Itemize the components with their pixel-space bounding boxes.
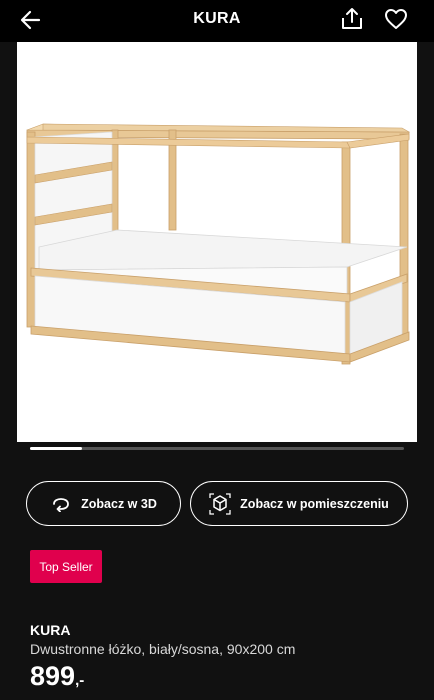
carousel-progress-fill — [30, 447, 83, 450]
product-image[interactable] — [17, 42, 417, 442]
price-value: 899 — [30, 661, 76, 691]
rotate-3d-icon — [53, 497, 70, 512]
page-title: KURA — [193, 10, 241, 27]
view-3d-button[interactable]: Zobacz w 3D — [26, 481, 181, 526]
top-bar: KURA — [0, 0, 434, 42]
view-in-room-label: Zobacz w pomieszczeniu — [240, 496, 389, 511]
carousel-progress — [30, 447, 404, 450]
top-seller-badge: Top Seller — [30, 550, 102, 583]
view-3d-label: Zobacz w 3D — [81, 496, 157, 511]
bed-illustration — [26, 123, 411, 365]
product-name: KURA — [30, 622, 71, 638]
product-price: 899,- — [30, 661, 84, 692]
view-in-room-button[interactable]: Zobacz w pomieszczeniu — [190, 481, 408, 526]
price-suffix: ,- — [75, 672, 85, 689]
product-description: Dwustronne łóżko, biały/sosna, 90x200 cm — [30, 641, 296, 657]
ar-cube-icon — [209, 492, 231, 515]
heart-icon[interactable] — [383, 6, 409, 32]
share-icon[interactable] — [339, 6, 365, 32]
